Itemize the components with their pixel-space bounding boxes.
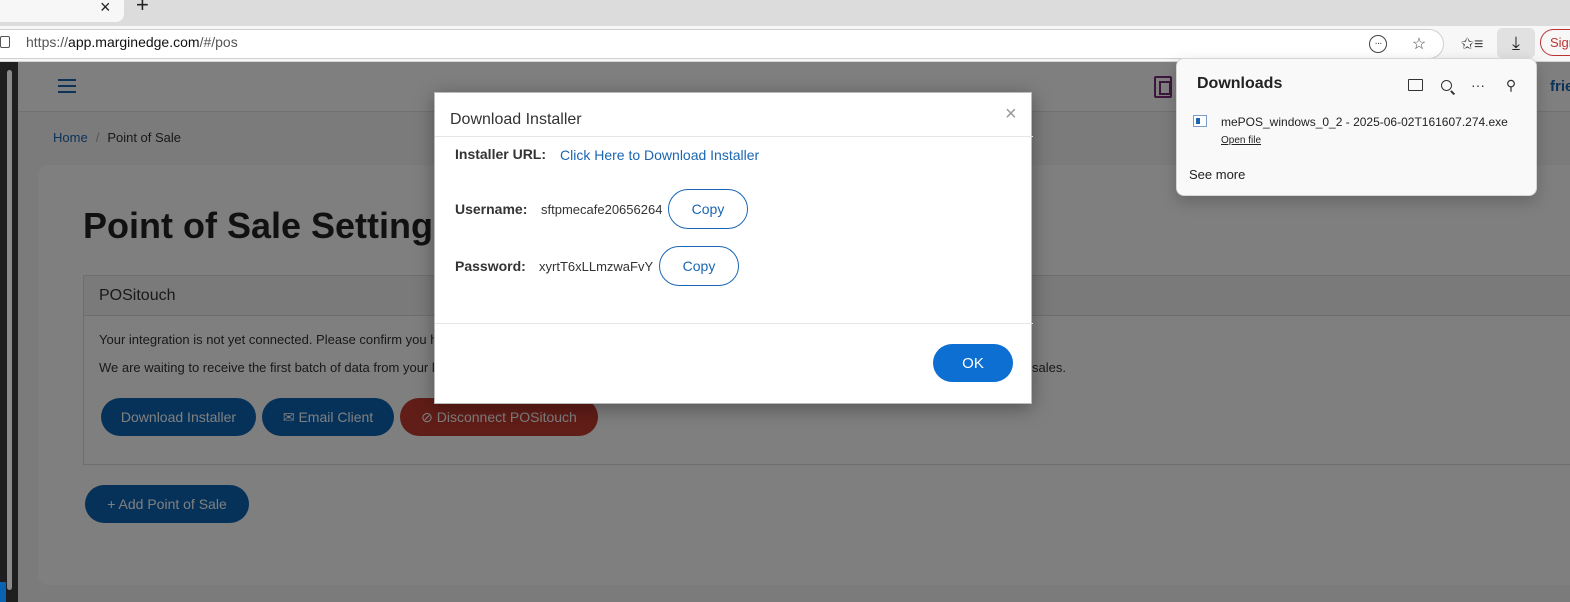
- password-label: Password:: [455, 258, 526, 274]
- username-value: sftpmecafe20656264: [541, 202, 663, 217]
- favorites-list-icon[interactable]: ✩≡: [1458, 30, 1486, 58]
- installer-url-label: Installer URL:: [455, 146, 547, 162]
- modal-footer-divider: [435, 323, 1033, 324]
- url-scheme: https://: [26, 34, 69, 50]
- open-file-link[interactable]: Open file: [1221, 135, 1261, 146]
- downloads-button-icon[interactable]: ⤓: [1497, 28, 1535, 58]
- downloads-flyout: Downloads ··· ⚲ mePOS_windows_0_2 - 2025…: [1176, 58, 1537, 196]
- tab-strip: × +: [0, 0, 1570, 26]
- url-text[interactable]: https://app.marginedge.com/#/pos: [26, 34, 238, 50]
- close-icon[interactable]: ×: [1005, 104, 1017, 124]
- taskbar-accent: [0, 582, 6, 602]
- modal-title: Download Installer: [450, 111, 582, 128]
- copy-username-button[interactable]: Copy: [668, 189, 748, 229]
- lock-icon[interactable]: [0, 36, 10, 48]
- url-path: /#/pos: [199, 34, 238, 50]
- sign-in-button[interactable]: Sign: [1540, 29, 1570, 56]
- new-tab-icon[interactable]: +: [136, 0, 149, 16]
- see-more-link[interactable]: See more: [1189, 167, 1245, 182]
- download-installer-modal: Download Installer × Installer URL: Clic…: [434, 92, 1033, 404]
- search-icon[interactable]: [1434, 73, 1458, 97]
- copy-password-button[interactable]: Copy: [659, 246, 739, 286]
- password-value: xyrtT6xLLmzwaFvY: [539, 259, 654, 274]
- tab-close-icon[interactable]: ×: [100, 0, 111, 17]
- active-tab[interactable]: ×: [0, 0, 124, 22]
- username-label: Username:: [455, 201, 528, 217]
- pin-icon[interactable]: ⚲: [1499, 73, 1523, 97]
- more-options-icon[interactable]: ···: [1466, 73, 1490, 97]
- ok-button[interactable]: OK: [933, 344, 1013, 382]
- download-file-name[interactable]: mePOS_windows_0_2 - 2025-06-02T161607.27…: [1221, 115, 1508, 129]
- left-edge-strip: [0, 62, 18, 602]
- exe-file-icon: [1193, 115, 1207, 127]
- favorite-star-icon[interactable]: ☆: [1405, 30, 1433, 58]
- installer-download-link[interactable]: Click Here to Download Installer: [560, 147, 759, 163]
- downloads-title: Downloads: [1197, 75, 1283, 92]
- modal-header-divider: [435, 136, 1033, 137]
- open-folder-icon[interactable]: [1403, 73, 1427, 97]
- page-actions-icon[interactable]: ···: [1364, 30, 1392, 58]
- url-host: app.marginedge.com: [68, 34, 200, 50]
- scrollbar[interactable]: [7, 70, 12, 590]
